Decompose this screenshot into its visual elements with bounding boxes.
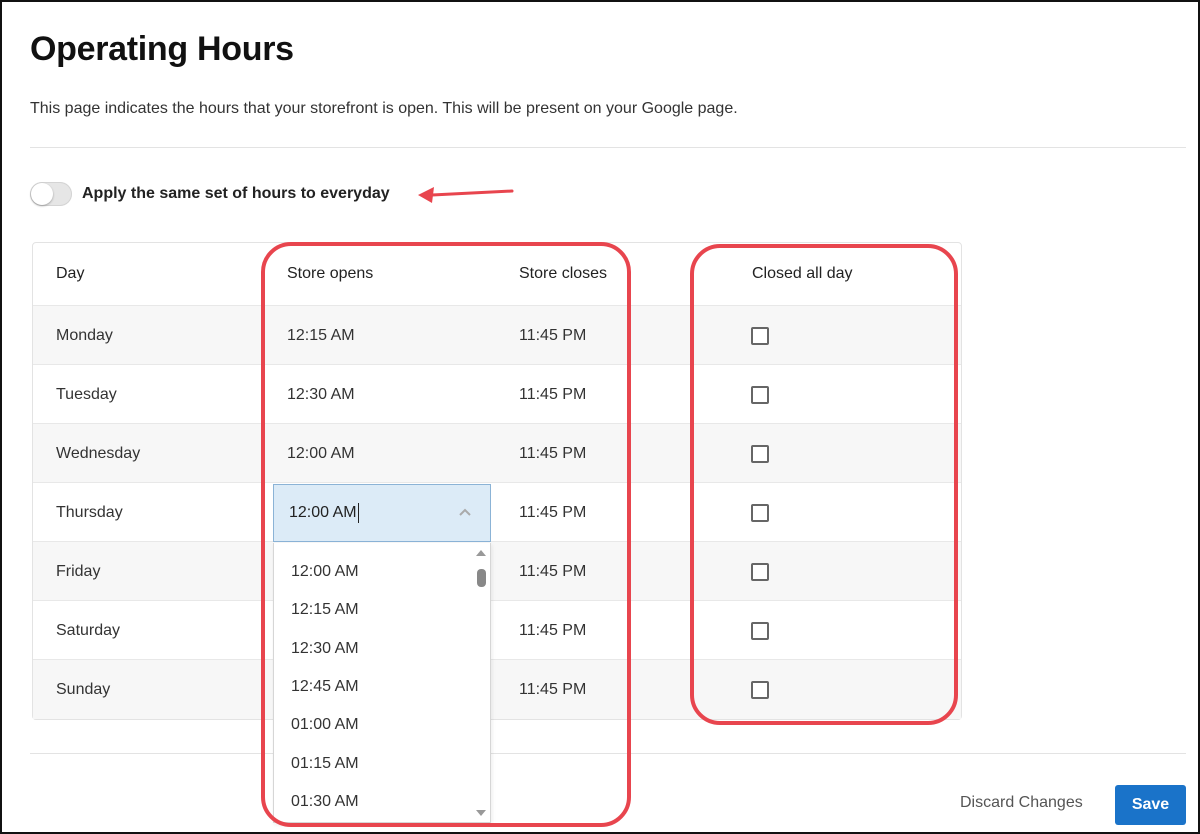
closes-cell[interactable]: 11:45 PM (519, 306, 586, 365)
page-title: Operating Hours (30, 30, 294, 68)
same-hours-toggle[interactable] (30, 182, 72, 206)
header-store-opens: Store opens (287, 265, 374, 282)
scroll-up-arrow-icon[interactable] (475, 547, 487, 557)
dropdown-option[interactable]: 12:30 AM (291, 640, 359, 658)
scroll-thumb[interactable] (477, 569, 486, 587)
toggle-knob (31, 183, 53, 205)
scroll-down-arrow-icon[interactable] (475, 809, 487, 819)
table-row: Sunday 11:45 PM (33, 659, 961, 719)
closed-all-day-checkbox[interactable] (751, 562, 769, 581)
closes-cell[interactable]: 11:45 PM (519, 483, 586, 542)
closed-all-day-checkbox[interactable] (751, 385, 769, 404)
dropdown-option[interactable]: 12:15 AM (291, 601, 359, 619)
opens-cell[interactable]: 12:15 AM (287, 306, 355, 365)
time-dropdown-list[interactable]: 12:00 AM 12:15 AM 12:30 AM 12:45 AM 01:0… (273, 543, 491, 823)
table-row: Thursday 11:45 PM (33, 482, 961, 542)
footer-divider (30, 753, 1186, 754)
thursday-opens-select[interactable]: 12:00 AM (273, 484, 491, 542)
closed-all-day-cell (751, 365, 769, 424)
closed-all-day-checkbox[interactable] (751, 621, 769, 640)
closed-all-day-cell (751, 601, 769, 660)
closed-all-day-checkbox[interactable] (751, 326, 769, 345)
header-store-closes: Store closes (519, 265, 608, 282)
same-hours-toggle-row: Apply the same set of hours to everyday (30, 182, 390, 206)
closes-cell[interactable]: 11:45 PM (519, 601, 586, 660)
table-row: Saturday 11:45 PM (33, 600, 961, 660)
day-cell: Thursday (56, 503, 123, 521)
dropdown-option[interactable]: 12:00 AM (291, 563, 359, 581)
table-row: Friday 11:45 PM (33, 541, 961, 601)
app-window: Operating Hours This page indicates the … (0, 0, 1200, 834)
dropdown-option[interactable]: 12:45 AM (291, 678, 359, 696)
closed-all-day-cell (751, 542, 769, 601)
day-cell: Sunday (56, 680, 111, 698)
dropdown-scrollbar[interactable] (475, 547, 487, 819)
day-cell: Tuesday (56, 385, 117, 403)
selected-time: 12:00 AM (289, 504, 357, 522)
table-header: Day Store opens Store closes Closed all … (33, 243, 961, 305)
header-day: Day (56, 265, 85, 282)
day-cell: Friday (56, 562, 101, 580)
page-description: This page indicates the hours that your … (30, 100, 738, 117)
annotation-arrow-icon (418, 187, 514, 203)
closes-cell[interactable]: 11:45 PM (519, 660, 586, 719)
day-cell: Monday (56, 326, 113, 344)
dropdown-option[interactable]: 01:30 AM (291, 793, 359, 811)
day-cell: Saturday (56, 621, 121, 639)
closes-cell[interactable]: 11:45 PM (519, 365, 586, 424)
table-row: Monday 12:15 AM 11:45 PM (33, 305, 961, 365)
header-divider (30, 147, 1186, 148)
dropdown-option[interactable]: 01:00 AM (291, 716, 359, 734)
dropdown-option[interactable]: 01:15 AM (291, 755, 359, 773)
save-button[interactable]: Save (1115, 785, 1186, 825)
closes-cell[interactable]: 11:45 PM (519, 542, 586, 601)
day-cell: Wednesday (56, 444, 141, 462)
closed-all-day-cell (751, 483, 769, 542)
opens-cell[interactable]: 12:30 AM (287, 365, 355, 424)
select-value[interactable]: 12:00 AM (289, 503, 359, 523)
same-hours-toggle-label: Apply the same set of hours to everyday (82, 185, 390, 202)
discard-changes-button[interactable]: Discard Changes (960, 794, 1083, 812)
table-row: Wednesday 12:00 AM 11:45 PM (33, 423, 961, 483)
closed-all-day-cell (751, 660, 769, 719)
closes-cell[interactable]: 11:45 PM (519, 424, 586, 483)
opens-cell[interactable]: 12:00 AM (287, 424, 355, 483)
text-cursor (357, 503, 359, 523)
chevron-up-icon[interactable] (458, 507, 472, 517)
closed-all-day-checkbox[interactable] (751, 444, 769, 463)
closed-all-day-checkbox[interactable] (751, 503, 769, 522)
header-closed-all-day: Closed all day (752, 265, 853, 282)
hours-table: Day Store opens Store closes Closed all … (32, 242, 962, 720)
closed-all-day-cell (751, 306, 769, 365)
closed-all-day-cell (751, 424, 769, 483)
table-row: Tuesday 12:30 AM 11:45 PM (33, 364, 961, 424)
closed-all-day-checkbox[interactable] (751, 680, 769, 699)
